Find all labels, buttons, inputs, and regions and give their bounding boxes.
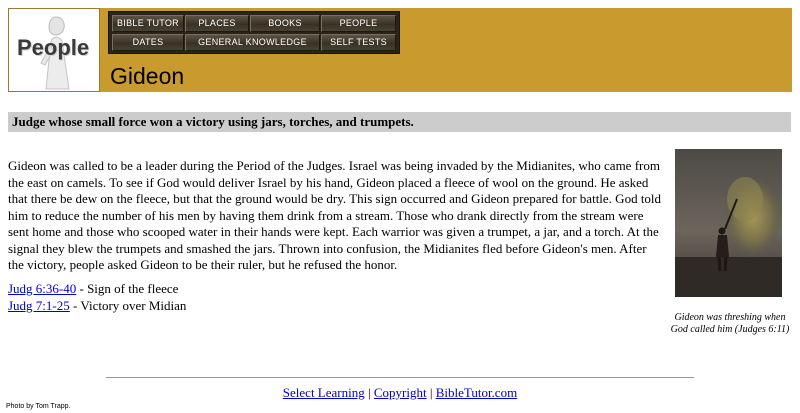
reference-item: Judg 6:36-40 - Sign of the fleece xyxy=(8,281,186,298)
summary-bar: Judge whose small force won a victory us… xyxy=(8,112,791,132)
reference-item: Judg 7:1-25 - Victory over Midian xyxy=(8,298,186,315)
photo-credit: Photo by Tom Trapp. xyxy=(6,403,71,410)
article-body: Gideon was called to be a leader during … xyxy=(8,158,662,274)
page-title: Gideon xyxy=(110,63,185,89)
section-logo[interactable]: People xyxy=(8,8,100,92)
nav-bible-tutor[interactable]: Bible Tutor xyxy=(112,15,184,32)
footer-separator: | xyxy=(426,385,436,400)
reference-description: - Sign of the fleece xyxy=(76,281,179,296)
photo-caption: Gideon was threshing when God called him… xyxy=(670,312,790,335)
footer-link-bibletutor[interactable]: BibleTutor.com xyxy=(436,385,518,400)
reference-link-fleece[interactable]: Judg 6:36-40 xyxy=(8,281,76,296)
gideon-threshing-photo xyxy=(675,149,782,297)
nav-dates[interactable]: Dates xyxy=(112,34,184,51)
logo-text: People xyxy=(17,35,90,60)
summary-text: Judge whose small force won a victory us… xyxy=(12,114,414,129)
reference-link-victory[interactable]: Judg 7:1-25 xyxy=(8,298,70,313)
nav-general-knowledge[interactable]: General Knowledge xyxy=(185,34,320,51)
nav-places[interactable]: Places xyxy=(185,15,249,32)
nav-people[interactable]: People xyxy=(321,15,396,32)
nav-menu: Bible Tutor Places Books People Dates Ge… xyxy=(108,11,400,54)
nav-self-tests[interactable]: Self Tests xyxy=(321,34,396,51)
scripture-references: Judg 6:36-40 - Sign of the fleece Judg 7… xyxy=(8,281,186,314)
header-banner: People Bible Tutor Places Books People D… xyxy=(8,8,792,92)
nav-books[interactable]: Books xyxy=(250,15,320,32)
footer-divider xyxy=(106,377,694,378)
reference-description: - Victory over Midian xyxy=(69,297,187,313)
footer-link-select-learning[interactable]: Select Learning xyxy=(283,385,365,400)
article-paragraph: Gideon was called to be a leader during … xyxy=(8,158,662,272)
footer-link-copyright[interactable]: Copyright xyxy=(374,385,427,400)
footer-separator: | xyxy=(364,385,374,400)
footer-links: Select Learning | Copyright | BibleTutor… xyxy=(0,385,800,401)
